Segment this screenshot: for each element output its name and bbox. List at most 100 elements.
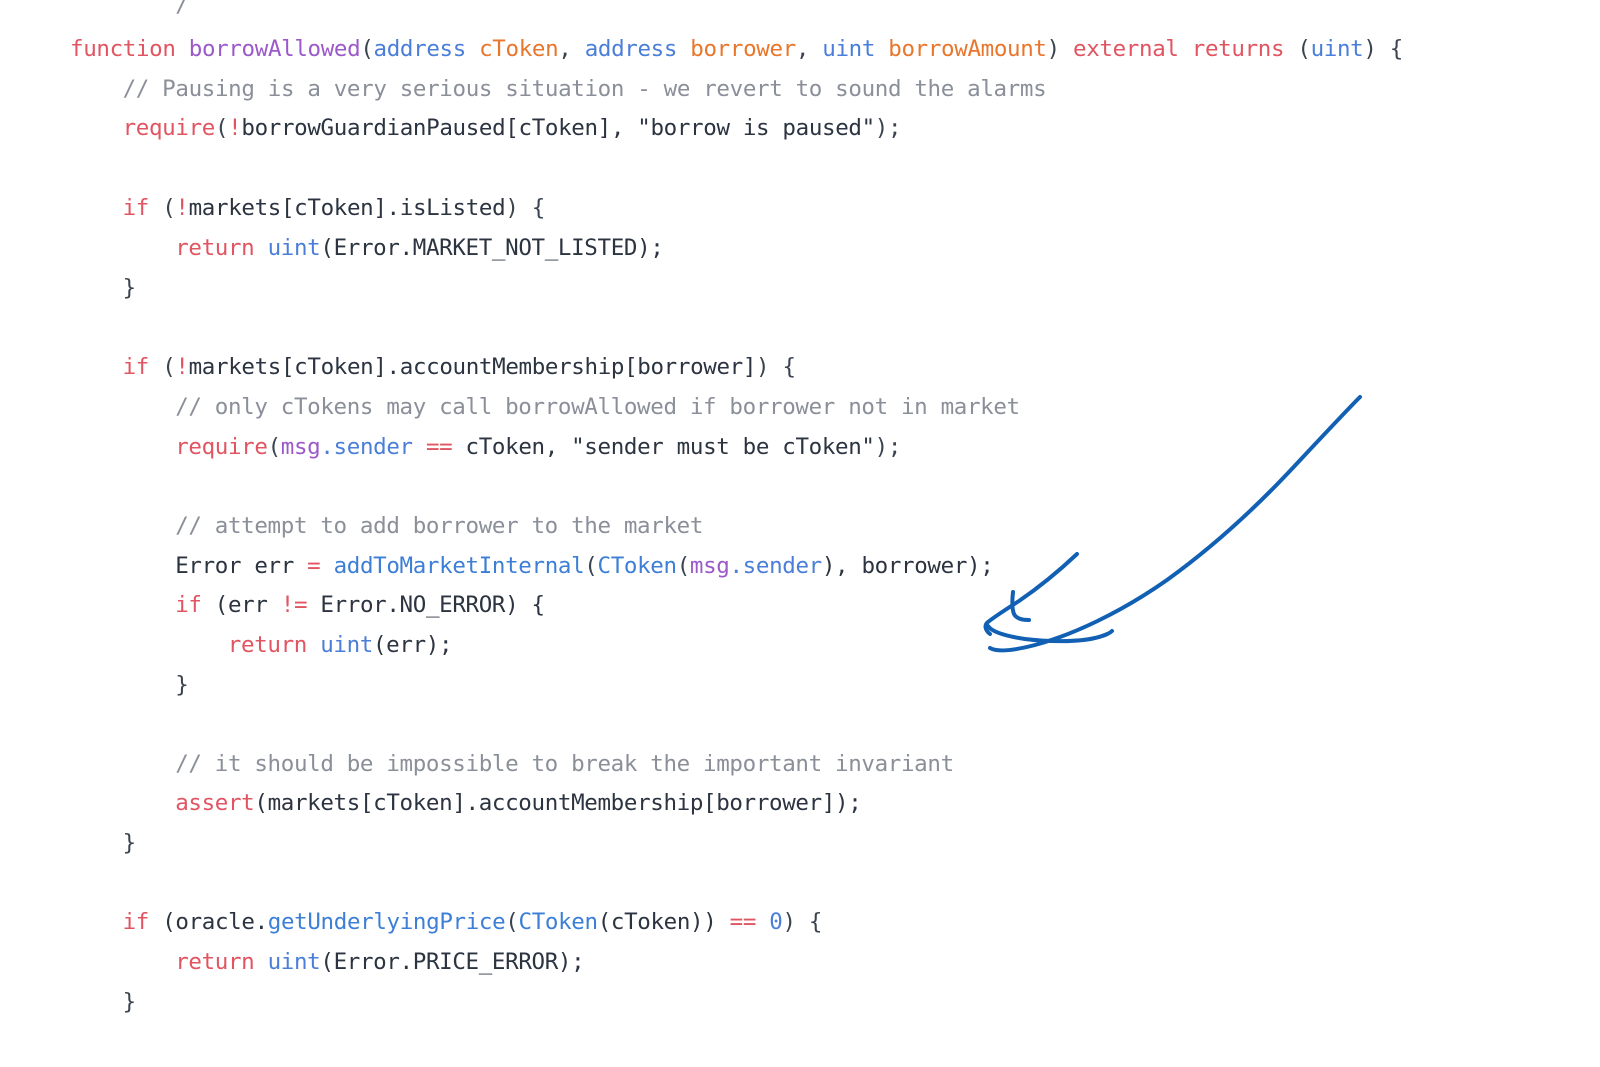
line-assert-membership[interactable]: assert(markets[cToken].accountMembership… xyxy=(175,784,862,824)
token-plain: borrowGuardianPaused[cToken], xyxy=(241,115,638,141)
line-require-paused[interactable]: require(!borrowGuardianPaused[cToken], "… xyxy=(123,109,902,149)
token-builtin: msg xyxy=(689,553,730,579)
token-call: CToken xyxy=(518,909,599,935)
line-close-oracle[interactable]: } xyxy=(122,983,137,1023)
line-comment-pausing[interactable]: // Pausing is a very serious situation -… xyxy=(123,70,1047,110)
token-plain: (err); xyxy=(372,632,453,658)
token-punct: , xyxy=(795,36,823,62)
token-builtin: msg xyxy=(280,434,321,460)
token-plain: markets[cToken].accountMembership[borrow… xyxy=(188,354,757,380)
token-operator: != xyxy=(280,592,308,618)
token-type: uint xyxy=(267,949,321,975)
token-operator: == xyxy=(425,434,453,460)
token-string: "borrow is paused" xyxy=(637,115,875,141)
line-function-signature[interactable]: function borrowAllowed ( address cToken, a… xyxy=(70,30,1403,70)
token-plain: Error err xyxy=(175,553,308,579)
token-plain: ), borrower); xyxy=(821,553,994,579)
line-comment-attempt-add[interactable]: // attempt to add borrower to the market xyxy=(175,507,703,547)
line-return-price-error[interactable]: return uint(Error.PRICE_ERROR); xyxy=(175,943,584,983)
line-error-err-add[interactable]: Error err = addToMarketInternal(CToken(m… xyxy=(175,547,994,587)
line-if-accountmembership[interactable]: if (!markets[cToken].accountMembership[b… xyxy=(123,348,796,388)
token-plain: (oracle. xyxy=(149,909,268,935)
token-comment: // attempt to add borrower to the market xyxy=(175,513,704,539)
line-return-err[interactable]: return uint(err); xyxy=(227,626,453,666)
token-operator: == xyxy=(729,909,757,935)
token-function: borrowAllowed xyxy=(188,36,361,62)
token-punct: , xyxy=(558,36,585,62)
token-keyword: if xyxy=(122,909,150,935)
token-punct: ( xyxy=(149,354,176,380)
token-operator: ! xyxy=(175,354,189,380)
token-comment: / xyxy=(175,0,189,18)
token-param: borrower xyxy=(690,36,796,62)
token-keyword: return xyxy=(175,949,255,975)
token-keyword: if xyxy=(122,195,150,221)
line-if-err-no-error[interactable]: if (err != Error.NO_ERROR) { xyxy=(175,586,545,626)
token-keyword: if xyxy=(175,592,202,618)
code-editor-surface[interactable]: / function borrowAllowed ( address cToken, … xyxy=(0,0,1600,1067)
token-punct: ( xyxy=(676,553,691,579)
token-punct: ) { xyxy=(782,909,823,935)
token-punct: ) { xyxy=(1363,36,1403,62)
line-require-sender[interactable]: require(msg.sender == cToken, "sender mu… xyxy=(175,428,901,468)
token-call: getUnderlyingPrice xyxy=(267,909,506,935)
token-type: address xyxy=(584,36,678,62)
token-plain: (markets[cToken].accountMembership[borro… xyxy=(254,790,862,816)
token-type: address xyxy=(373,36,467,62)
token-keyword: if xyxy=(122,354,150,380)
token-punct: } xyxy=(122,275,137,301)
token-number: 0 xyxy=(769,909,783,935)
token-string: "sender must be cToken" xyxy=(571,434,875,460)
token-plain: (cToken)) xyxy=(597,909,730,935)
line-if-islisted[interactable]: if (!markets[cToken].isListed) { xyxy=(122,189,546,229)
line-comment-only-ctokens[interactable]: // only cTokens may call borrowAllowed i… xyxy=(175,388,1020,428)
line-close-accountmembership[interactable]: } xyxy=(123,824,137,864)
token-keyword: return xyxy=(227,632,308,658)
token-plain: cToken, xyxy=(452,434,572,460)
line-close-if-err[interactable]: } xyxy=(175,666,189,706)
token-member: .sender xyxy=(729,553,822,579)
token-param: cToken xyxy=(479,36,559,62)
token-punct: ( xyxy=(505,909,519,935)
token-punct: ( xyxy=(267,434,282,460)
token-call: addToMarketInternal xyxy=(333,553,585,579)
token-operator: ! xyxy=(228,115,242,141)
token-plain: (Error.PRICE_ERROR); xyxy=(320,949,585,975)
token-punct: ) xyxy=(1046,36,1061,62)
token-type: uint xyxy=(1310,36,1364,62)
token-keyword: function xyxy=(70,36,189,62)
line-comment-impossible[interactable]: // it should be impossible to break the … xyxy=(175,745,954,785)
token-punct: } xyxy=(175,672,189,698)
line-if-oracle-price[interactable]: if (oracle.getUnderlyingPrice(CToken(cTo… xyxy=(122,903,823,943)
token-type: uint xyxy=(822,36,876,62)
token-plain: Error.NO_ERROR) { xyxy=(307,592,545,618)
line-close-islisted[interactable]: } xyxy=(122,269,137,309)
screenshot-root: / function borrowAllowed ( address cToken, … xyxy=(0,0,1600,1067)
token-param: borrowAmount xyxy=(888,36,1047,62)
token-punct: ( xyxy=(1297,36,1311,62)
line-return-market-not-listed[interactable]: return uint(Error.MARKET_NOT_LISTED); xyxy=(175,229,664,269)
line-partial-comment[interactable]: / xyxy=(175,0,189,26)
token-type: uint xyxy=(320,632,373,658)
token-keyword: require xyxy=(122,115,216,141)
token-punct: ); xyxy=(874,115,902,141)
token-punct: ( xyxy=(214,115,229,141)
token-punct: } xyxy=(122,989,137,1015)
token-keyword: require xyxy=(175,434,268,460)
token-plain: markets[cToken].isListed xyxy=(188,195,506,221)
token-punct: ( xyxy=(584,553,598,579)
token-comment: // it should be impossible to break the … xyxy=(175,751,954,777)
token-punct: ); xyxy=(874,434,902,460)
token-punct: ( xyxy=(149,195,176,221)
token-type: uint xyxy=(267,235,321,261)
token-comment: // Pausing is a very serious situation -… xyxy=(122,76,1047,102)
token-member: .sender xyxy=(320,434,413,460)
token-operator: ! xyxy=(175,195,189,221)
